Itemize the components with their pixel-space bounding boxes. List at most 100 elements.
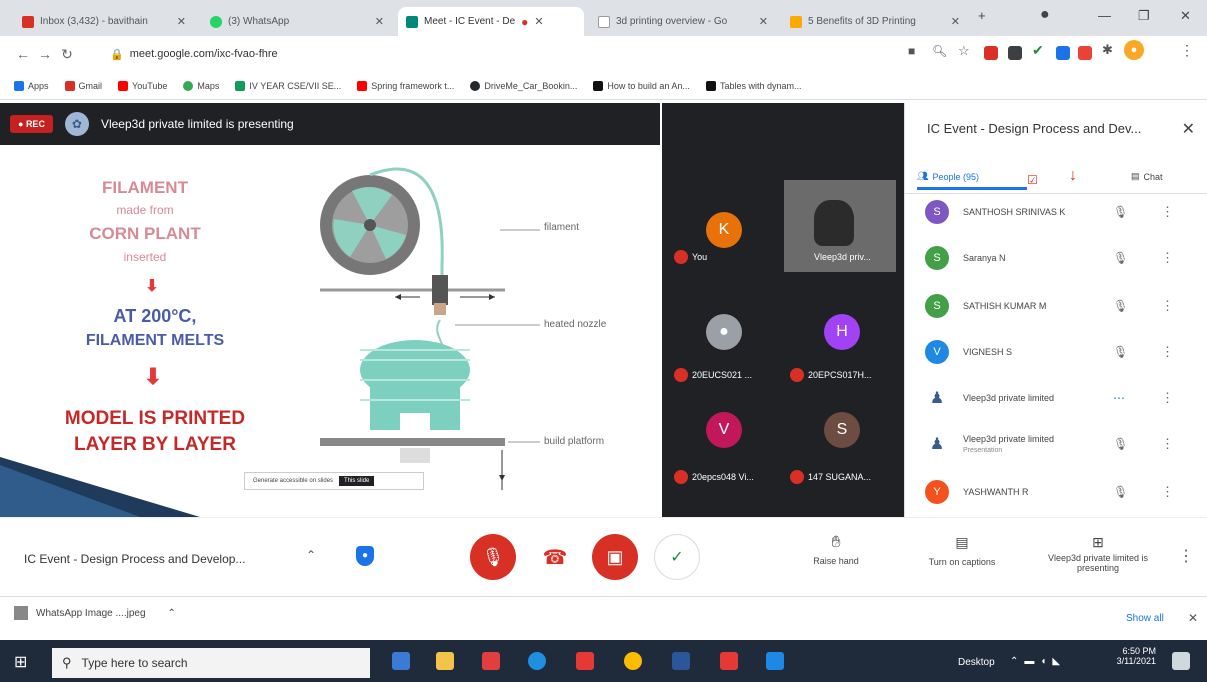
tab-google-search[interactable]: 3d printing overview - Go ✕: [590, 7, 776, 36]
more-icon[interactable]: ⋮: [1161, 436, 1174, 452]
extension-icon[interactable]: [1008, 46, 1022, 60]
mic-off-icon[interactable]: 🎙︎: [1113, 299, 1128, 313]
check-button[interactable]: ✓: [654, 534, 700, 580]
check-extension-icon[interactable]: ✔: [1032, 42, 1044, 59]
close-icon[interactable]: ✕: [951, 15, 960, 28]
minimize-button[interactable]: —: [1098, 8, 1111, 23]
caption-button[interactable]: This slide: [339, 476, 375, 486]
media-icon[interactable]: [576, 652, 594, 670]
show-all-link[interactable]: Show all: [1126, 613, 1164, 624]
tray-icons[interactable]: ⌃▬◖◣: [1010, 656, 1066, 667]
participant-tile[interactable]: K You: [668, 182, 780, 274]
more-icon[interactable]: ⋮: [1161, 390, 1174, 406]
taskbar-search-input[interactable]: ⚲ Type here to search: [52, 648, 370, 678]
reload-icon[interactable]: ↻: [56, 46, 78, 63]
tab-people[interactable]: 👥︎ People (95): [917, 171, 979, 182]
extension-icon[interactable]: [984, 46, 998, 60]
bookmark-apps[interactable]: Apps: [14, 80, 49, 91]
tab-gmail[interactable]: Inbox (3,432) - bavithain ✕: [14, 7, 194, 36]
list-item[interactable]: S Saranya N 🎙︎ ⋮: [925, 243, 1185, 273]
presentation-button[interactable]: ⊞ Vleep3d private limited is presenting: [1032, 534, 1164, 573]
speaking-icon[interactable]: ⋯: [1113, 391, 1125, 405]
more-icon[interactable]: ⋮: [1178, 546, 1194, 566]
camera-off-button[interactable]: ▣: [592, 534, 638, 580]
participant-tile[interactable]: ● 20EUCS021 ...: [668, 300, 780, 392]
tab-whatsapp[interactable]: (3) WhatsApp ✕: [202, 7, 392, 36]
mic-off-icon[interactable]: 🎙︎: [1113, 345, 1128, 359]
windows-start-icon[interactable]: ⊞: [14, 652, 27, 672]
mic-off-icon[interactable]: 🎙︎: [1113, 205, 1128, 219]
star-icon[interactable]: ☆: [958, 43, 970, 59]
edge-icon[interactable]: [528, 652, 546, 670]
url-input[interactable]: 🔒 meet.google.com/ixc-fvao-fhre: [110, 43, 890, 65]
list-item[interactable]: S SANTHOSH SRINIVAS K 🎙︎ ⋮: [925, 197, 1185, 227]
bookmark-tables[interactable]: Tables with dynam...: [705, 80, 801, 91]
restore-button[interactable]: ❐: [1138, 8, 1150, 24]
close-icon[interactable]: ✕: [534, 15, 543, 28]
forward-icon[interactable]: →: [34, 46, 56, 62]
close-window-button[interactable]: ✕: [1180, 8, 1191, 24]
participant-tile[interactable]: S 147 SUGANA...: [784, 402, 896, 494]
bookmark-github[interactable]: DriveMe_Car_Bookin...: [470, 80, 577, 91]
task-view-icon[interactable]: [392, 652, 410, 670]
file-explorer-icon[interactable]: [436, 652, 454, 670]
bookmark-youtube[interactable]: YouTube: [118, 80, 167, 91]
mic-off-icon[interactable]: 🎙︎: [1113, 251, 1128, 265]
close-icon[interactable]: ✕: [177, 15, 186, 28]
puzzle-icon[interactable]: ✱: [1102, 42, 1113, 58]
captions-button[interactable]: ▤ Turn on captions: [912, 534, 1012, 567]
tab-3d-benefits[interactable]: 5 Benefits of 3D Printing ✕: [782, 7, 968, 36]
mic-off-icon[interactable]: 🎙︎: [1113, 437, 1128, 451]
more-icon[interactable]: ⋮: [1161, 250, 1174, 266]
extension-icon[interactable]: [1056, 46, 1070, 60]
shield-icon[interactable]: ●: [356, 546, 374, 566]
raise-hand-button[interactable]: ✋︎ Raise hand: [796, 534, 876, 566]
list-item[interactable]: Y YASHWANTH R 🎙︎ ⋮: [925, 477, 1185, 507]
bookmark-cse[interactable]: IV YEAR CSE/VII SE...: [235, 80, 341, 91]
list-item[interactable]: ♟ Vleep3d private limited ⋯ ⋮: [925, 383, 1185, 413]
participant-tile[interactable]: H 20EPCS017H...: [784, 300, 896, 392]
more-icon[interactable]: ⋮: [1161, 344, 1174, 360]
zoom-icon[interactable]: 🔍︎: [932, 44, 947, 58]
notifications-icon[interactable]: [1172, 652, 1190, 670]
more-icon[interactable]: ⋮: [1161, 204, 1174, 220]
close-icon[interactable]: ✕: [1182, 119, 1195, 139]
checkbox-icon[interactable]: ☑: [1027, 173, 1038, 187]
profile-icon[interactable]: ●: [1040, 6, 1050, 24]
bookmark-medium[interactable]: How to build an An...: [593, 80, 690, 91]
bookmark-gmail[interactable]: Gmail: [64, 80, 102, 91]
close-icon[interactable]: ✕: [375, 15, 384, 28]
app-icon[interactable]: [720, 652, 738, 670]
mic-off-icon[interactable]: 🎙︎: [1113, 485, 1128, 499]
tab-meet[interactable]: Meet - IC Event - De ● ✕: [398, 7, 584, 36]
back-icon[interactable]: ←: [12, 46, 34, 62]
list-item[interactable]: ♟ Vleep3d private limited Presentation 🎙︎…: [925, 429, 1185, 459]
list-item[interactable]: S SATHISH KUMAR M 🎙︎ ⋮: [925, 291, 1185, 321]
more-icon[interactable]: ⋮: [1161, 484, 1174, 500]
camera-indicator-icon[interactable]: ■: [908, 44, 915, 58]
chevron-up-icon[interactable]: ⌃: [306, 548, 316, 562]
bookmark-spring[interactable]: Spring framework t...: [357, 80, 454, 91]
word-icon[interactable]: [672, 652, 690, 670]
participant-tile-video[interactable]: Vleep3d priv...: [784, 180, 896, 272]
bookmark-maps[interactable]: Maps: [183, 80, 219, 91]
close-icon[interactable]: ✕: [759, 15, 768, 28]
download-item[interactable]: WhatsApp Image ....jpeg ⌃: [14, 606, 176, 620]
more-icon[interactable]: ⋮: [1161, 298, 1174, 314]
extension-icon[interactable]: [1078, 46, 1092, 60]
mail-icon[interactable]: [766, 652, 784, 670]
participant-tile[interactable]: V 20epcs048 Vi...: [668, 402, 780, 494]
chrome-icon[interactable]: [624, 652, 642, 670]
menu-icon[interactable]: ⋮: [1180, 42, 1194, 59]
leave-call-button[interactable]: ☎: [532, 534, 578, 580]
avatar[interactable]: ●: [1124, 40, 1144, 60]
tab-chat[interactable]: ▤ Chat: [1131, 171, 1163, 182]
mic-off-button[interactable]: 🎙︎: [470, 534, 516, 580]
close-icon[interactable]: ✕: [1188, 611, 1198, 625]
desktop-label[interactable]: Desktop: [958, 657, 995, 668]
office-icon[interactable]: [482, 652, 500, 670]
new-tab-button[interactable]: +: [978, 8, 986, 23]
chevron-up-icon[interactable]: ⌃: [168, 608, 176, 619]
list-item[interactable]: V VIGNESH S 🎙︎ ⋮: [925, 337, 1185, 367]
clock[interactable]: 6:50 PM 3/11/2021: [1100, 646, 1156, 666]
